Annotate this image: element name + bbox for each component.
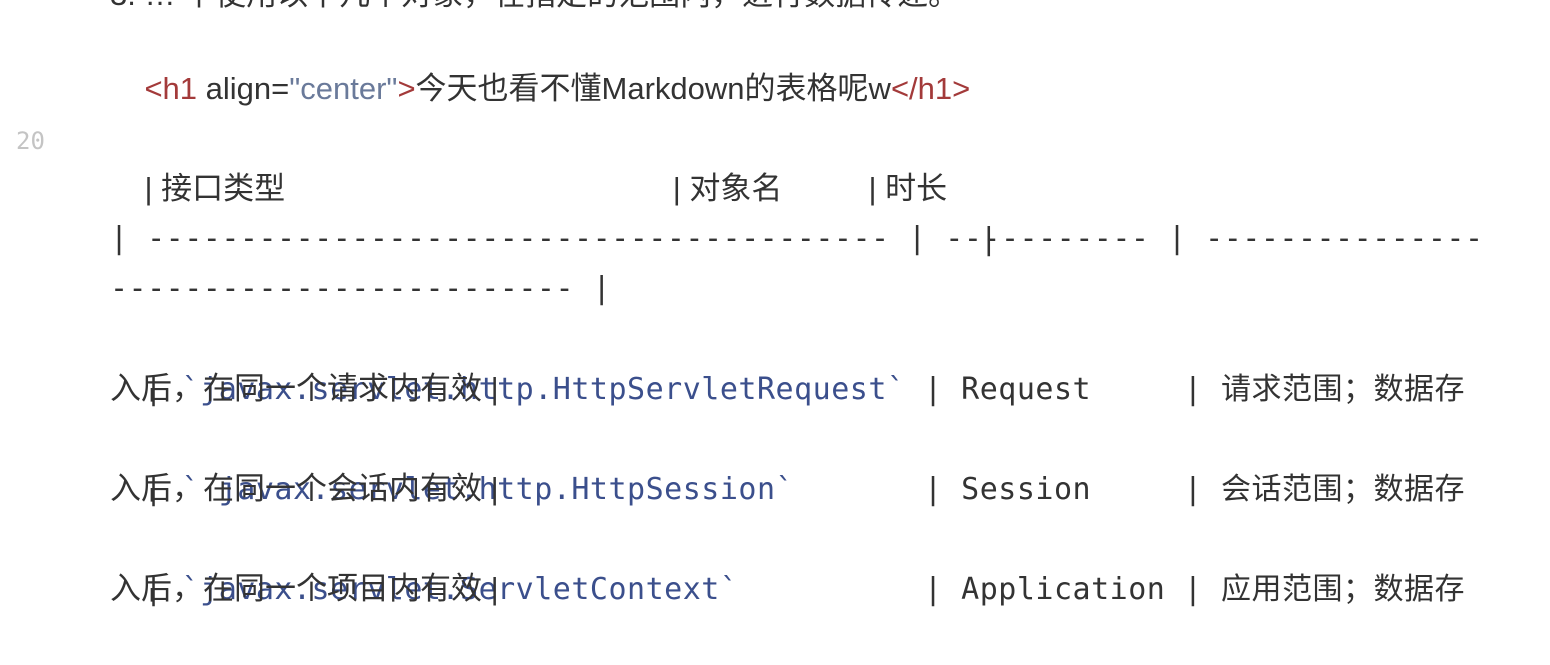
line-number: 20 [16, 127, 45, 155]
markdown-editor[interactable]: 3. … 下使用以下几个对象，在指定的范围内，进行数据传递。 <h1 align… [0, 0, 1550, 664]
table-row-wrap: 入后，在同一个请求内有效 | [110, 371, 499, 406]
row-cells: | Application | 应用范围；数据存 [738, 572, 1466, 607]
h1-end-tag: </h1> [890, 71, 971, 106]
h1-source-line: <h1 align="center">今天也看不懂Markdown的表格呢w</… [110, 14, 970, 106]
row-cells: | Session | 会话范围；数据存 [794, 472, 1466, 507]
row-cells: | Request | 请求范围；数据存 [905, 372, 1466, 407]
align-attribute: align= [197, 71, 290, 106]
table-separator-wrap: ------------------------- | [110, 271, 612, 306]
table-header-wrap: | [110, 164, 998, 257]
table-separator-row: | --------------------------------------… [110, 221, 1484, 256]
h1-open-close-bracket: > [397, 71, 416, 106]
table-row: | `javax.servlet.ServletContext` | Appli… [110, 514, 1465, 607]
table-row: | ` javax.servlet.http.HttpSession` | Se… [110, 414, 1465, 507]
h1-content: 今天也看不懂Markdown的表格呢w [415, 71, 891, 106]
table-header-row: | 接口类型 | 对象名 | 时长 [110, 114, 947, 206]
table-row-wrap: 入后，在同一个项目内有效 | [110, 571, 499, 606]
align-value: "center" [289, 71, 398, 106]
h1-open-tag: <h1 [144, 71, 198, 106]
table-row-wrap: 入后，在同一个会话内有效 | [110, 471, 499, 506]
table-row: | `javax.servlet.http.HttpServletRequest… [110, 314, 1465, 407]
